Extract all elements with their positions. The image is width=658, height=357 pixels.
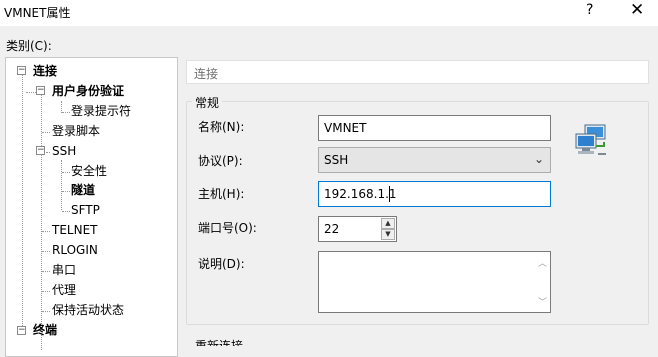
collapse-icon[interactable]: − <box>36 146 45 155</box>
host-value: 192.168.1.1 <box>324 187 397 201</box>
description-scrollbar[interactable]: ︿ ﹀ <box>535 252 550 312</box>
name-field[interactable]: VMNET <box>318 115 551 141</box>
tree-item-tunnel[interactable]: 隧道 <box>71 182 95 198</box>
scroll-down-icon[interactable]: ﹀ <box>538 295 547 308</box>
name-value: VMNET <box>324 121 367 135</box>
tree-item-terminal[interactable]: 终端 <box>33 322 57 338</box>
scroll-up-icon[interactable]: ︿ <box>538 256 547 269</box>
port-label: 端口号(O): <box>198 221 257 235</box>
help-button[interactable]: ? <box>586 2 593 18</box>
tree-item-keepalive[interactable]: 保持活动状态 <box>52 302 124 318</box>
tree-item-telnet[interactable]: TELNET <box>52 222 98 238</box>
close-button[interactable]: ✕ <box>630 0 644 20</box>
host-label: 主机(H): <box>198 187 245 201</box>
name-label: 名称(N): <box>198 120 245 134</box>
reconnect-group-title: 重新连接 <box>195 339 244 346</box>
description-field[interactable]: ︿ ﹀ <box>318 251 551 313</box>
tree-item-sftp[interactable]: SFTP <box>71 202 100 218</box>
category-tree[interactable]: − 连接 − 用户身份验证 登录提示符 登录脚本 − SSH 安全性 隧道 SF… <box>5 57 178 357</box>
text-caret <box>389 186 390 202</box>
tree-item-ssh[interactable]: SSH <box>52 143 76 159</box>
network-computers-icon <box>575 124 606 155</box>
title-bar: VMNET属性 ? ✕ <box>0 0 658 26</box>
description-label: 说明(D): <box>198 257 245 271</box>
tree-item-security[interactable]: 安全性 <box>71 163 107 179</box>
window-title: VMNET属性 <box>4 6 71 20</box>
tree-item-login-prompt[interactable]: 登录提示符 <box>71 103 131 119</box>
host-field[interactable]: 192.168.1.1 <box>318 181 551 207</box>
tree-item-proxy[interactable]: 代理 <box>52 282 76 298</box>
tree-item-login-script[interactable]: 登录脚本 <box>52 123 100 139</box>
spin-down-icon[interactable]: ▼ <box>381 229 395 240</box>
collapse-icon[interactable]: − <box>17 326 26 335</box>
protocol-value: SSH <box>324 153 349 167</box>
tree-item-connection[interactable]: 连接 <box>33 63 57 79</box>
tree-item-serial[interactable]: 串口 <box>52 262 76 278</box>
general-group-title: 常规 <box>192 94 223 111</box>
section-header-text: 连接 <box>194 67 219 81</box>
section-header: 连接 <box>186 60 649 84</box>
spin-up-icon[interactable]: ▲ <box>381 218 395 229</box>
chevron-down-icon[interactable]: ⌄ <box>534 152 544 166</box>
port-stepper[interactable]: 22 ▲ ▼ <box>318 216 397 242</box>
collapse-icon[interactable]: − <box>36 86 45 95</box>
port-value: 22 <box>324 222 340 236</box>
tree-item-user-auth[interactable]: 用户身份验证 <box>52 83 124 99</box>
protocol-select[interactable]: SSH ⌄ <box>318 147 551 173</box>
category-label: 类别(C): <box>6 39 52 53</box>
protocol-label: 协议(P): <box>198 154 243 168</box>
tree-item-rlogin[interactable]: RLOGIN <box>52 242 98 258</box>
collapse-icon[interactable]: − <box>17 66 26 75</box>
